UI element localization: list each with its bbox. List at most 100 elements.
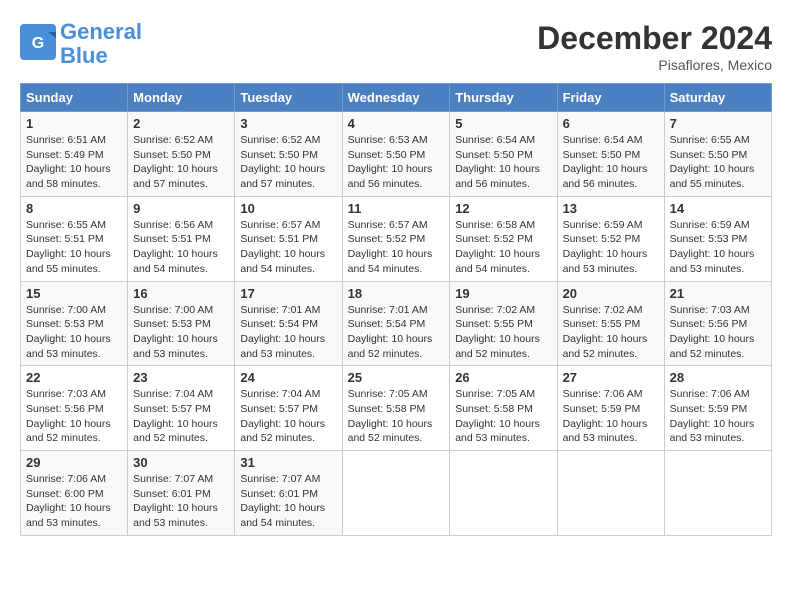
calendar-cell: [342, 451, 450, 536]
day-number: 13: [563, 201, 659, 216]
page-header: G GeneralBlue December 2024 Pisaflores, …: [20, 20, 772, 73]
day-number: 25: [348, 370, 445, 385]
day-info: Sunrise: 7:06 AM Sunset: 5:59 PM Dayligh…: [670, 387, 766, 446]
day-number: 19: [455, 286, 551, 301]
day-number: 27: [563, 370, 659, 385]
calendar-cell: 30 Sunrise: 7:07 AM Sunset: 6:01 PM Dayl…: [128, 451, 235, 536]
day-info: Sunrise: 7:00 AM Sunset: 5:53 PM Dayligh…: [133, 303, 229, 362]
title-area: December 2024 Pisaflores, Mexico: [537, 20, 772, 73]
day-info: Sunrise: 7:01 AM Sunset: 5:54 PM Dayligh…: [348, 303, 445, 362]
day-number: 30: [133, 455, 229, 470]
day-number: 28: [670, 370, 766, 385]
calendar-cell: 10 Sunrise: 6:57 AM Sunset: 5:51 PM Dayl…: [235, 196, 342, 281]
day-info: Sunrise: 6:59 AM Sunset: 5:53 PM Dayligh…: [670, 218, 766, 277]
day-number: 3: [240, 116, 336, 131]
day-number: 1: [26, 116, 122, 131]
calendar-header-row: SundayMondayTuesdayWednesdayThursdayFrid…: [21, 84, 772, 112]
day-number: 8: [26, 201, 122, 216]
day-info: Sunrise: 6:57 AM Sunset: 5:51 PM Dayligh…: [240, 218, 336, 277]
calendar-week-row: 8 Sunrise: 6:55 AM Sunset: 5:51 PM Dayli…: [21, 196, 772, 281]
day-info: Sunrise: 6:57 AM Sunset: 5:52 PM Dayligh…: [348, 218, 445, 277]
calendar-cell: 2 Sunrise: 6:52 AM Sunset: 5:50 PM Dayli…: [128, 112, 235, 197]
day-number: 24: [240, 370, 336, 385]
day-info: Sunrise: 6:52 AM Sunset: 5:50 PM Dayligh…: [240, 133, 336, 192]
logo-text: GeneralBlue: [60, 20, 142, 68]
day-number: 15: [26, 286, 122, 301]
calendar-cell: 6 Sunrise: 6:54 AM Sunset: 5:50 PM Dayli…: [557, 112, 664, 197]
calendar-cell: 5 Sunrise: 6:54 AM Sunset: 5:50 PM Dayli…: [450, 112, 557, 197]
calendar-cell: 14 Sunrise: 6:59 AM Sunset: 5:53 PM Dayl…: [664, 196, 771, 281]
day-header-thursday: Thursday: [450, 84, 557, 112]
calendar-cell: 17 Sunrise: 7:01 AM Sunset: 5:54 PM Dayl…: [235, 281, 342, 366]
svg-text:G: G: [32, 35, 44, 52]
day-info: Sunrise: 6:53 AM Sunset: 5:50 PM Dayligh…: [348, 133, 445, 192]
day-info: Sunrise: 7:07 AM Sunset: 6:01 PM Dayligh…: [133, 472, 229, 531]
day-info: Sunrise: 6:58 AM Sunset: 5:52 PM Dayligh…: [455, 218, 551, 277]
day-number: 26: [455, 370, 551, 385]
calendar-cell: 12 Sunrise: 6:58 AM Sunset: 5:52 PM Dayl…: [450, 196, 557, 281]
day-number: 20: [563, 286, 659, 301]
day-info: Sunrise: 6:55 AM Sunset: 5:50 PM Dayligh…: [670, 133, 766, 192]
day-number: 6: [563, 116, 659, 131]
day-info: Sunrise: 7:05 AM Sunset: 5:58 PM Dayligh…: [455, 387, 551, 446]
calendar-cell: 23 Sunrise: 7:04 AM Sunset: 5:57 PM Dayl…: [128, 366, 235, 451]
calendar-cell: 7 Sunrise: 6:55 AM Sunset: 5:50 PM Dayli…: [664, 112, 771, 197]
day-number: 7: [670, 116, 766, 131]
calendar-cell: 22 Sunrise: 7:03 AM Sunset: 5:56 PM Dayl…: [21, 366, 128, 451]
day-info: Sunrise: 7:06 AM Sunset: 6:00 PM Dayligh…: [26, 472, 122, 531]
day-header-wednesday: Wednesday: [342, 84, 450, 112]
day-info: Sunrise: 7:00 AM Sunset: 5:53 PM Dayligh…: [26, 303, 122, 362]
calendar-cell: 19 Sunrise: 7:02 AM Sunset: 5:55 PM Dayl…: [450, 281, 557, 366]
calendar-cell: 24 Sunrise: 7:04 AM Sunset: 5:57 PM Dayl…: [235, 366, 342, 451]
calendar-cell: 29 Sunrise: 7:06 AM Sunset: 6:00 PM Dayl…: [21, 451, 128, 536]
day-number: 14: [670, 201, 766, 216]
day-info: Sunrise: 6:52 AM Sunset: 5:50 PM Dayligh…: [133, 133, 229, 192]
calendar-cell: 3 Sunrise: 6:52 AM Sunset: 5:50 PM Dayli…: [235, 112, 342, 197]
calendar-cell: 25 Sunrise: 7:05 AM Sunset: 5:58 PM Dayl…: [342, 366, 450, 451]
calendar-table: SundayMondayTuesdayWednesdayThursdayFrid…: [20, 83, 772, 536]
day-info: Sunrise: 6:54 AM Sunset: 5:50 PM Dayligh…: [563, 133, 659, 192]
calendar-cell: [557, 451, 664, 536]
day-info: Sunrise: 6:55 AM Sunset: 5:51 PM Dayligh…: [26, 218, 122, 277]
calendar-cell: 15 Sunrise: 7:00 AM Sunset: 5:53 PM Dayl…: [21, 281, 128, 366]
day-number: 16: [133, 286, 229, 301]
day-header-monday: Monday: [128, 84, 235, 112]
calendar-cell: 8 Sunrise: 6:55 AM Sunset: 5:51 PM Dayli…: [21, 196, 128, 281]
calendar-cell: [664, 451, 771, 536]
day-info: Sunrise: 7:02 AM Sunset: 5:55 PM Dayligh…: [455, 303, 551, 362]
calendar-cell: 31 Sunrise: 7:07 AM Sunset: 6:01 PM Dayl…: [235, 451, 342, 536]
calendar-cell: 21 Sunrise: 7:03 AM Sunset: 5:56 PM Dayl…: [664, 281, 771, 366]
day-info: Sunrise: 7:01 AM Sunset: 5:54 PM Dayligh…: [240, 303, 336, 362]
day-info: Sunrise: 7:07 AM Sunset: 6:01 PM Dayligh…: [240, 472, 336, 531]
day-number: 5: [455, 116, 551, 131]
calendar-week-row: 29 Sunrise: 7:06 AM Sunset: 6:00 PM Dayl…: [21, 451, 772, 536]
day-info: Sunrise: 6:54 AM Sunset: 5:50 PM Dayligh…: [455, 133, 551, 192]
day-info: Sunrise: 7:06 AM Sunset: 5:59 PM Dayligh…: [563, 387, 659, 446]
day-info: Sunrise: 7:03 AM Sunset: 5:56 PM Dayligh…: [26, 387, 122, 446]
calendar-cell: 4 Sunrise: 6:53 AM Sunset: 5:50 PM Dayli…: [342, 112, 450, 197]
location: Pisaflores, Mexico: [537, 57, 772, 73]
day-number: 4: [348, 116, 445, 131]
calendar-cell: [450, 451, 557, 536]
calendar-cell: 16 Sunrise: 7:00 AM Sunset: 5:53 PM Dayl…: [128, 281, 235, 366]
day-number: 23: [133, 370, 229, 385]
logo: G GeneralBlue: [20, 20, 142, 68]
month-title: December 2024: [537, 20, 772, 57]
day-number: 12: [455, 201, 551, 216]
day-number: 17: [240, 286, 336, 301]
day-header-friday: Friday: [557, 84, 664, 112]
day-number: 29: [26, 455, 122, 470]
calendar-cell: 9 Sunrise: 6:56 AM Sunset: 5:51 PM Dayli…: [128, 196, 235, 281]
day-number: 9: [133, 201, 229, 216]
day-number: 21: [670, 286, 766, 301]
calendar-cell: 11 Sunrise: 6:57 AM Sunset: 5:52 PM Dayl…: [342, 196, 450, 281]
calendar-cell: 13 Sunrise: 6:59 AM Sunset: 5:52 PM Dayl…: [557, 196, 664, 281]
day-number: 2: [133, 116, 229, 131]
day-info: Sunrise: 6:51 AM Sunset: 5:49 PM Dayligh…: [26, 133, 122, 192]
day-number: 18: [348, 286, 445, 301]
calendar-week-row: 15 Sunrise: 7:00 AM Sunset: 5:53 PM Dayl…: [21, 281, 772, 366]
day-number: 10: [240, 201, 336, 216]
calendar-cell: 18 Sunrise: 7:01 AM Sunset: 5:54 PM Dayl…: [342, 281, 450, 366]
day-info: Sunrise: 7:05 AM Sunset: 5:58 PM Dayligh…: [348, 387, 445, 446]
day-header-sunday: Sunday: [21, 84, 128, 112]
